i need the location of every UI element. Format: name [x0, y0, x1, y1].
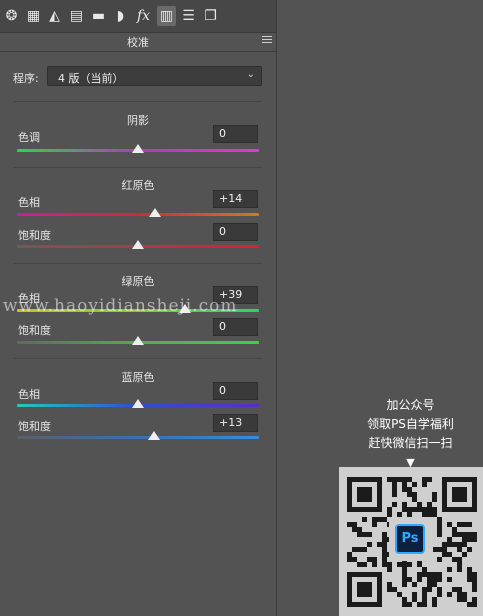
red-saturation-label: 饱和度 — [18, 229, 51, 242]
panel-title: 校准 — [127, 36, 149, 49]
green-saturation-input[interactable]: 0 — [213, 318, 258, 336]
shadows-tint-label: 色调 — [18, 131, 40, 144]
blue-hue-label: 色相 — [18, 388, 40, 401]
process-select[interactable]: 4 版（当前） ⌄ — [47, 66, 262, 86]
separator — [14, 358, 262, 359]
mountains-icon[interactable]: ◭ — [45, 6, 64, 26]
green-saturation-label: 饱和度 — [18, 324, 51, 337]
blue-saturation-track[interactable] — [17, 436, 259, 439]
red-hue-label: 色相 — [18, 196, 40, 209]
red-saturation-input[interactable]: 0 — [213, 223, 258, 241]
divider — [0, 51, 276, 52]
separator — [14, 167, 262, 168]
promo-line: 领取PS自学福利 — [367, 417, 454, 431]
promo-line: 赶快微信扫一扫 — [368, 436, 453, 450]
process-label: 程序: — [13, 72, 39, 85]
chevron-down-icon: ⌄ — [246, 69, 255, 80]
separator — [14, 101, 262, 102]
blue-hue-input[interactable]: 0 — [213, 382, 258, 400]
panel-menu-icon[interactable] — [262, 36, 272, 45]
blue-saturation-thumb[interactable] — [147, 431, 160, 440]
red-saturation-thumb[interactable] — [132, 240, 144, 249]
shadows-tint-input[interactable]: 0 — [213, 125, 258, 143]
lens-icon[interactable]: ◗ — [111, 6, 130, 26]
photoshop-logo-icon: Ps — [395, 524, 425, 554]
panel-toolbar: ❂ ▦ ◭ ▤ ▬ ◗ fx ▥ ☰ ❐ — [0, 0, 276, 33]
separator — [14, 263, 262, 264]
aperture-icon[interactable]: ❂ — [2, 6, 21, 26]
blue-saturation-label: 饱和度 — [18, 420, 51, 433]
process-value: 4 版（当前） — [58, 72, 124, 85]
presets-icon[interactable]: ❐ — [201, 6, 220, 26]
watermark-text: www.haoyidiansheji.com — [3, 296, 238, 316]
promo-text: 加公众号 领取PS自学福利 赶快微信扫一扫 ▼ — [338, 396, 483, 472]
grid-icon[interactable]: ▦ — [24, 6, 43, 26]
detail-icon[interactable]: ▬ — [89, 6, 108, 26]
calibration-icon[interactable]: ▥ — [157, 6, 176, 26]
red-hue-input[interactable]: +14 — [213, 190, 258, 208]
red-hue-track[interactable] — [17, 213, 259, 216]
shadows-tint-thumb[interactable] — [132, 144, 144, 153]
fx-icon[interactable]: fx — [134, 6, 153, 26]
red-hue-thumb[interactable] — [148, 208, 161, 217]
blue-hue-thumb[interactable] — [132, 399, 144, 408]
green-saturation-thumb[interactable] — [132, 336, 144, 345]
blue-saturation-input[interactable]: +13 — [213, 414, 258, 432]
sliders-icon[interactable]: ☰ — [179, 6, 198, 26]
promo-line: 加公众号 — [386, 398, 435, 412]
split-toning-icon[interactable]: ▤ — [67, 6, 86, 26]
